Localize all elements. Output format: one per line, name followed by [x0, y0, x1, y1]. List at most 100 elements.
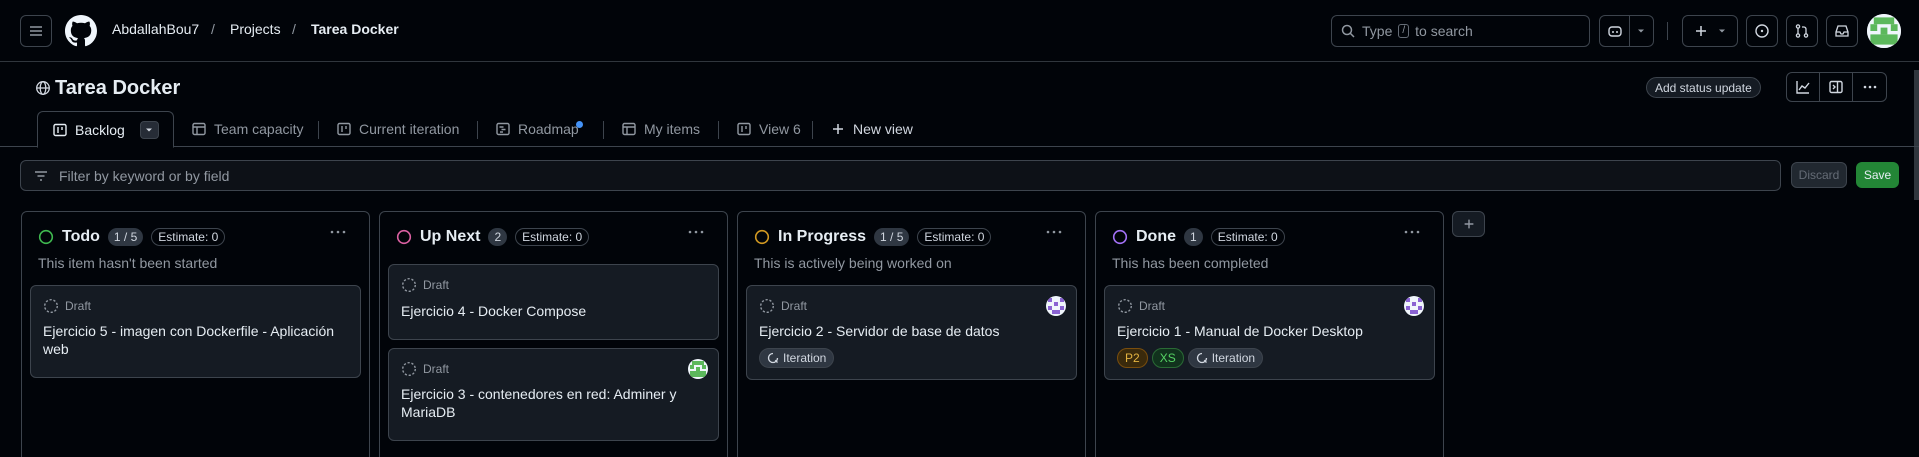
issue-icon	[1755, 24, 1769, 38]
view-options-button[interactable]	[139, 120, 159, 139]
card-title[interactable]: Ejercicio 3 - contenedores en red: Admin…	[401, 385, 676, 421]
tab-divider	[603, 121, 604, 139]
roadmap-icon	[496, 122, 510, 136]
card-item[interactable]: Draft Ejercicio 5 - imagen con Dockerfil…	[30, 285, 361, 378]
column-menu-button[interactable]	[1403, 224, 1421, 240]
tab-team-capacity[interactable]: Team capacity	[191, 111, 303, 147]
estimate-badge: Estimate: 0	[1210, 228, 1285, 246]
draft-label: Draft	[65, 299, 92, 313]
tab-view-6[interactable]: View 6	[736, 111, 801, 147]
draft-status: Draft	[1117, 298, 1165, 314]
priority-token[interactable]: P2	[1117, 348, 1148, 368]
draft-label: Draft	[423, 362, 450, 376]
discard-button[interactable]: Discard	[1791, 162, 1847, 188]
view-tabs: Backlog Team capacity Current iteration …	[0, 111, 1919, 148]
card-fields: P2 XS Iteration	[1117, 348, 1264, 368]
identicon-avatar-icon	[1404, 296, 1424, 316]
plus-icon	[833, 124, 843, 134]
breadcrumb-project[interactable]: Tarea Docker	[311, 21, 399, 37]
column-menu-button[interactable]	[1045, 224, 1063, 240]
top-bar: AbdallahBou7 / Projects / Tarea Docker T…	[0, 0, 1919, 62]
project-actions-group	[1786, 72, 1887, 102]
column-menu-button[interactable]	[329, 224, 347, 240]
card-title[interactable]: Ejercicio 4 - Docker Compose	[401, 302, 586, 320]
card-title-line: Ejercicio 3 - contenedores en red: Admin…	[401, 386, 677, 402]
tab-label: My items	[644, 121, 700, 137]
column-title: Up Next	[420, 228, 481, 245]
card-item[interactable]: Draft Ejercicio 4 - Docker Compose	[388, 264, 719, 340]
item-count-badge: 2	[488, 228, 508, 246]
board-icon	[337, 122, 351, 136]
draft-circle-icon	[1117, 298, 1133, 314]
draft-label: Draft	[1139, 299, 1166, 313]
column-done: Done 1 Estimate: 0 This has been complet…	[1095, 211, 1444, 457]
column-menu-button[interactable]	[687, 224, 705, 240]
assignee-avatar[interactable]	[1046, 296, 1066, 316]
draft-status: Draft	[759, 298, 807, 314]
more-options-button[interactable]	[1853, 73, 1886, 101]
draft-status: Draft	[401, 277, 449, 293]
breadcrumb-owner[interactable]: AbdallahBou7	[112, 21, 199, 37]
filter-placeholder: Filter by keyword or by field	[59, 167, 230, 184]
menu-button[interactable]	[20, 15, 52, 47]
iteration-token[interactable]: Iteration	[759, 348, 835, 368]
board-icon	[737, 122, 751, 136]
add-status-update-button[interactable]: Add status update	[1646, 77, 1761, 98]
column-todo: Todo 1 / 5 Estimate: 0 This item hasn't …	[21, 211, 370, 457]
item-count-badge: 1 / 5	[874, 228, 910, 246]
iteration-icon	[1196, 352, 1207, 364]
column-description: This item hasn't been started	[38, 255, 218, 271]
pull-requests-button[interactable]	[1786, 15, 1818, 47]
side-panel-button[interactable]	[1820, 73, 1853, 101]
card-title[interactable]: Ejercicio 1 - Manual de Docker Desktop	[1117, 322, 1363, 340]
card-title-line: MariaDB	[401, 404, 456, 420]
card-item[interactable]: Draft Ejercicio 1 - Manual de Docker Des…	[1104, 285, 1435, 380]
status-circle-icon	[754, 229, 770, 245]
triangle-down-icon	[146, 128, 153, 131]
column-header: Done 1 Estimate: 0	[1112, 226, 1285, 248]
tab-my-items[interactable]: My items	[621, 111, 700, 147]
estimate-badge: Estimate: 0	[151, 228, 226, 246]
search-input[interactable]: Type / to search	[1331, 15, 1590, 47]
tab-backlog[interactable]: Backlog	[37, 111, 174, 148]
size-token[interactable]: XS	[1151, 348, 1184, 368]
add-column-button[interactable]	[1452, 211, 1485, 237]
save-button[interactable]: Save	[1856, 162, 1899, 188]
assignee-avatar[interactable]	[688, 359, 708, 379]
tab-roadmap[interactable]: Roadmap	[495, 111, 579, 147]
create-new-button[interactable]	[1682, 15, 1738, 47]
project-title[interactable]: Tarea Docker	[55, 77, 180, 100]
new-view-button[interactable]: New view	[830, 111, 913, 147]
breadcrumb-projects[interactable]: Projects	[230, 21, 281, 37]
user-avatar[interactable]	[1867, 14, 1901, 48]
card-title[interactable]: Ejercicio 2 - Servidor de base de datos	[759, 322, 999, 340]
card-item[interactable]: Draft Ejercicio 3 - contenedores en red:…	[388, 348, 719, 441]
draft-label: Draft	[781, 299, 808, 313]
issues-button[interactable]	[1746, 15, 1778, 47]
card-title[interactable]: Ejercicio 5 - imagen con Dockerfile - Ap…	[43, 322, 334, 358]
globe-icon	[35, 80, 51, 96]
draft-label: Draft	[423, 278, 450, 292]
github-logo-icon[interactable]	[65, 15, 97, 47]
search-shortcut-key: /	[1398, 24, 1410, 38]
inbox-button[interactable]	[1826, 15, 1858, 47]
chevron-down-icon	[1638, 29, 1644, 33]
item-count-badge: 1 / 5	[107, 228, 144, 246]
column-description: This has been completed	[1112, 255, 1269, 271]
kebab-horizontal-icon	[688, 230, 704, 234]
tag-label: Iteration	[1211, 351, 1256, 365]
copilot-button[interactable]	[1599, 15, 1654, 47]
filter-input[interactable]: Filter by keyword or by field	[20, 160, 1781, 191]
status-circle-icon	[396, 229, 412, 245]
draft-circle-icon	[401, 361, 417, 377]
identicon-avatar-icon	[1046, 296, 1066, 316]
status-circle-icon	[1112, 229, 1128, 245]
card-item[interactable]: Draft Ejercicio 2 - Servidor de base de …	[746, 285, 1077, 380]
tab-label: Backlog	[75, 121, 125, 138]
assignee-avatar[interactable]	[1404, 296, 1424, 316]
iteration-token[interactable]: Iteration	[1187, 348, 1264, 368]
item-count-badge: 1	[1184, 228, 1203, 246]
insights-button[interactable]	[1787, 73, 1820, 101]
tag-label: Iteration	[783, 351, 827, 365]
tab-current-iteration[interactable]: Current iteration	[336, 111, 459, 147]
